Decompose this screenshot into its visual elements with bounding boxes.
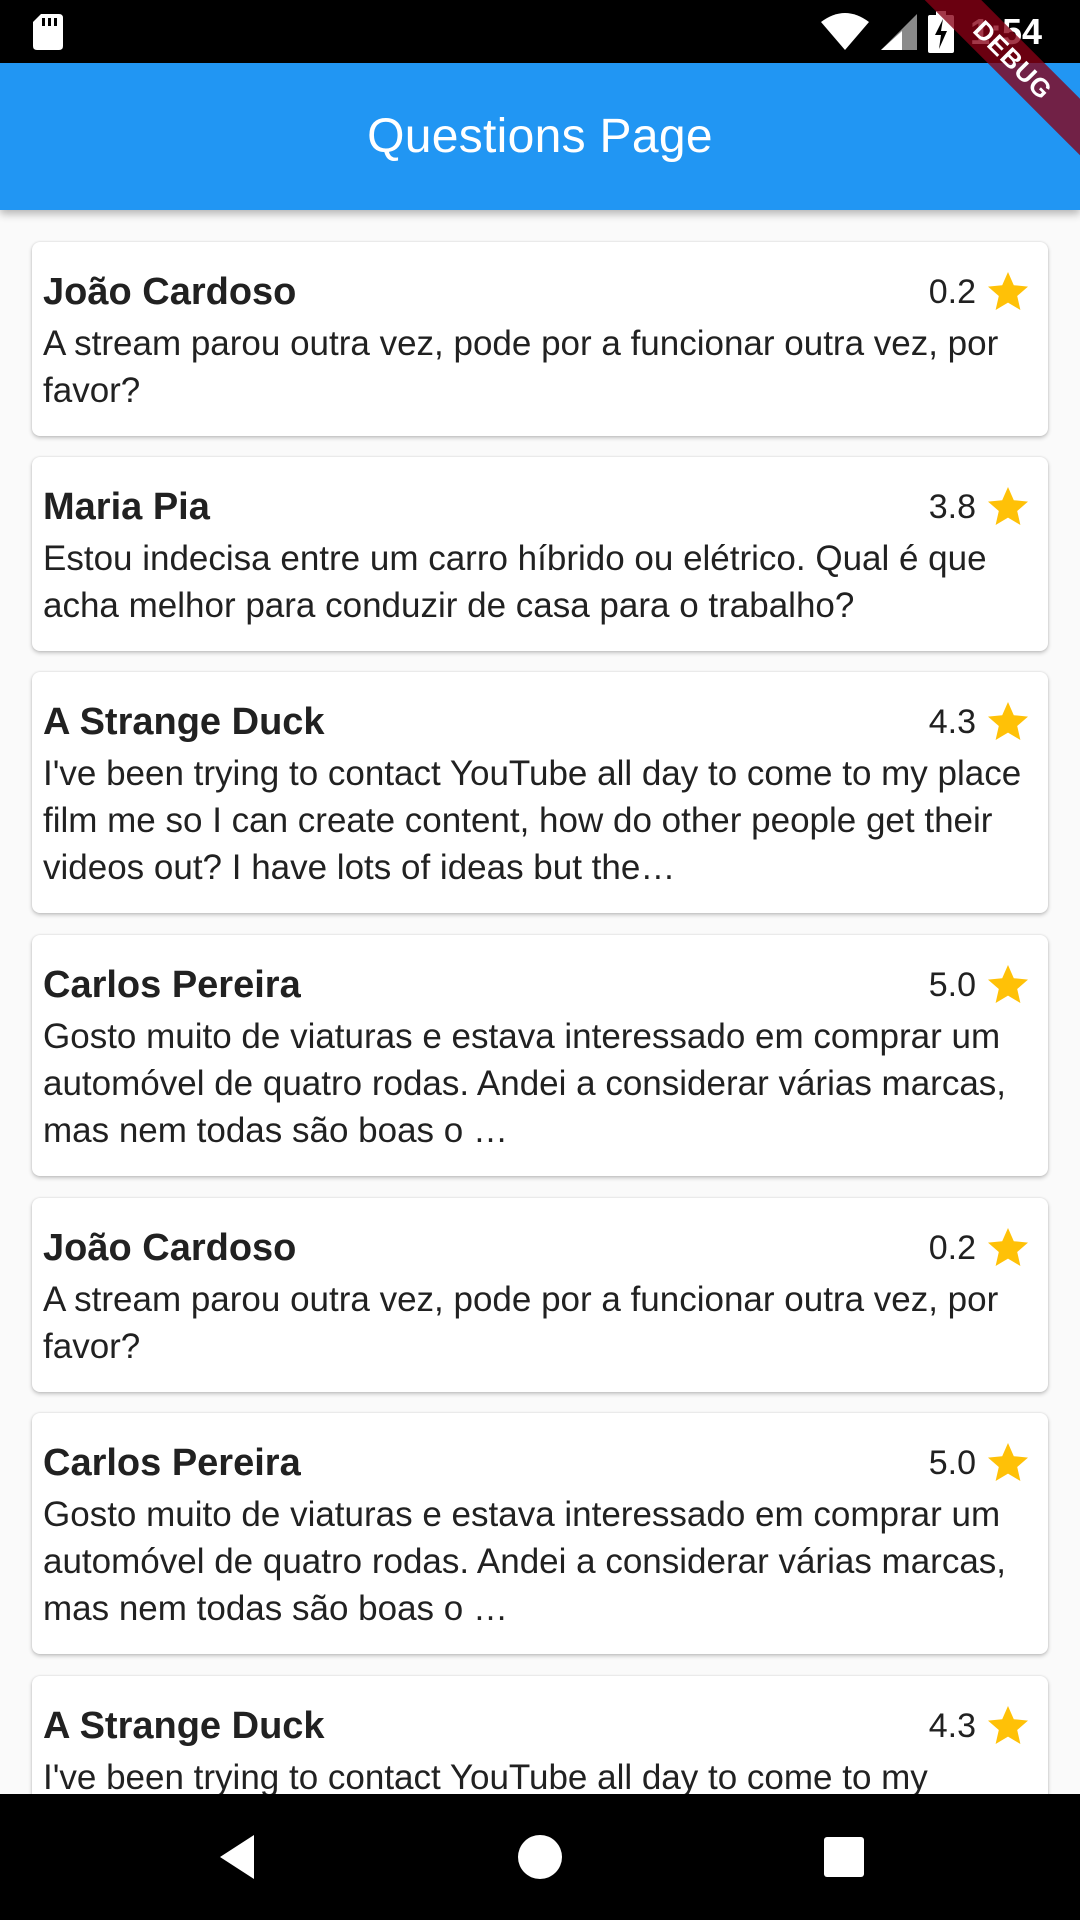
question-rating: 5.0 — [928, 965, 976, 1004]
page-title: Questions Page — [367, 110, 713, 163]
navigation-bar — [0, 1794, 1080, 1920]
question-text: Gosto muito de viaturas e estava interes… — [43, 1495, 1007, 1628]
question-rating: 5.0 — [928, 1443, 976, 1482]
card-header: João Cardoso 0.2 — [43, 266, 1032, 318]
question-author: Maria Pia — [43, 485, 210, 528]
star-icon — [988, 702, 1028, 740]
question-rating: 0.2 — [928, 272, 976, 311]
question-rating: 4.3 — [928, 702, 976, 741]
star-icon — [988, 487, 1028, 525]
card-header: Carlos Pereira 5.0 — [43, 959, 1032, 1011]
question-author: João Cardoso — [43, 1226, 297, 1269]
question-card[interactable]: João Cardoso 0.2 A stream parou outra ve… — [32, 242, 1048, 436]
back-icon[interactable] — [206, 1827, 266, 1887]
cell-signal-icon — [880, 14, 917, 50]
question-card[interactable]: Carlos Pereira 5.0 Gosto muito de viatur… — [32, 935, 1048, 1176]
star-icon — [988, 1443, 1028, 1481]
status-icons: 1:54 — [820, 8, 1042, 56]
app-bar: Questions Page — [0, 63, 1080, 210]
card-header: Carlos Pereira 5.0 — [43, 1437, 1032, 1489]
card-header: A Strange Duck 4.3 — [43, 1700, 1032, 1752]
question-card[interactable]: Maria Pia 3.8 Estou indecisa entre um ca… — [32, 457, 1048, 651]
card-header: A Strange Duck 4.3 — [43, 696, 1032, 748]
question-card[interactable]: Carlos Pereira 5.0 Gosto muito de viatur… — [32, 1413, 1048, 1654]
question-text: I've been trying to contact YouTube all … — [43, 754, 1022, 887]
question-author: Carlos Pereira — [43, 963, 301, 1006]
question-author: João Cardoso — [43, 270, 297, 313]
card-header: Maria Pia 3.8 — [43, 481, 1032, 533]
question-card[interactable]: João Cardoso 0.2 A stream parou outra ve… — [32, 1198, 1048, 1392]
clock: 1:54 — [969, 11, 1042, 52]
question-author: A Strange Duck — [43, 700, 325, 743]
wifi-icon — [820, 13, 869, 50]
question-rating: 3.8 — [928, 487, 976, 526]
recents-icon[interactable] — [814, 1827, 874, 1887]
question-rating: 4.3 — [928, 1706, 976, 1745]
question-card[interactable]: A Strange Duck 4.3 I've been trying to c… — [32, 1676, 1048, 1794]
home-icon[interactable] — [510, 1827, 570, 1887]
question-text: A stream parou outra vez, pode por a fun… — [43, 1280, 999, 1366]
question-rating: 0.2 — [928, 1228, 976, 1267]
question-text: A stream parou outra vez, pode por a fun… — [43, 324, 999, 410]
star-icon — [988, 1706, 1028, 1744]
question-text: Gosto muito de viaturas e estava interes… — [43, 1017, 1007, 1150]
question-text: I've been trying to contact YouTube all … — [43, 1758, 928, 1794]
star-icon — [988, 272, 1028, 310]
star-icon — [988, 965, 1028, 1003]
question-author: Carlos Pereira — [43, 1441, 301, 1484]
question-text: Estou indecisa entre um carro híbrido ou… — [43, 539, 987, 625]
question-card[interactable]: A Strange Duck 4.3 I've been trying to c… — [32, 672, 1048, 913]
status-bar: 1:54 — [0, 0, 1080, 63]
question-author: A Strange Duck — [43, 1704, 325, 1747]
screen: 1:54 DEBUG Questions Page João Cardoso 0… — [0, 0, 1080, 1920]
battery-charging-icon — [927, 11, 954, 53]
card-header: João Cardoso 0.2 — [43, 1222, 1032, 1274]
sd-card-icon — [33, 14, 63, 50]
question-list[interactable]: João Cardoso 0.2 A stream parou outra ve… — [0, 210, 1080, 1794]
star-icon — [988, 1228, 1028, 1266]
